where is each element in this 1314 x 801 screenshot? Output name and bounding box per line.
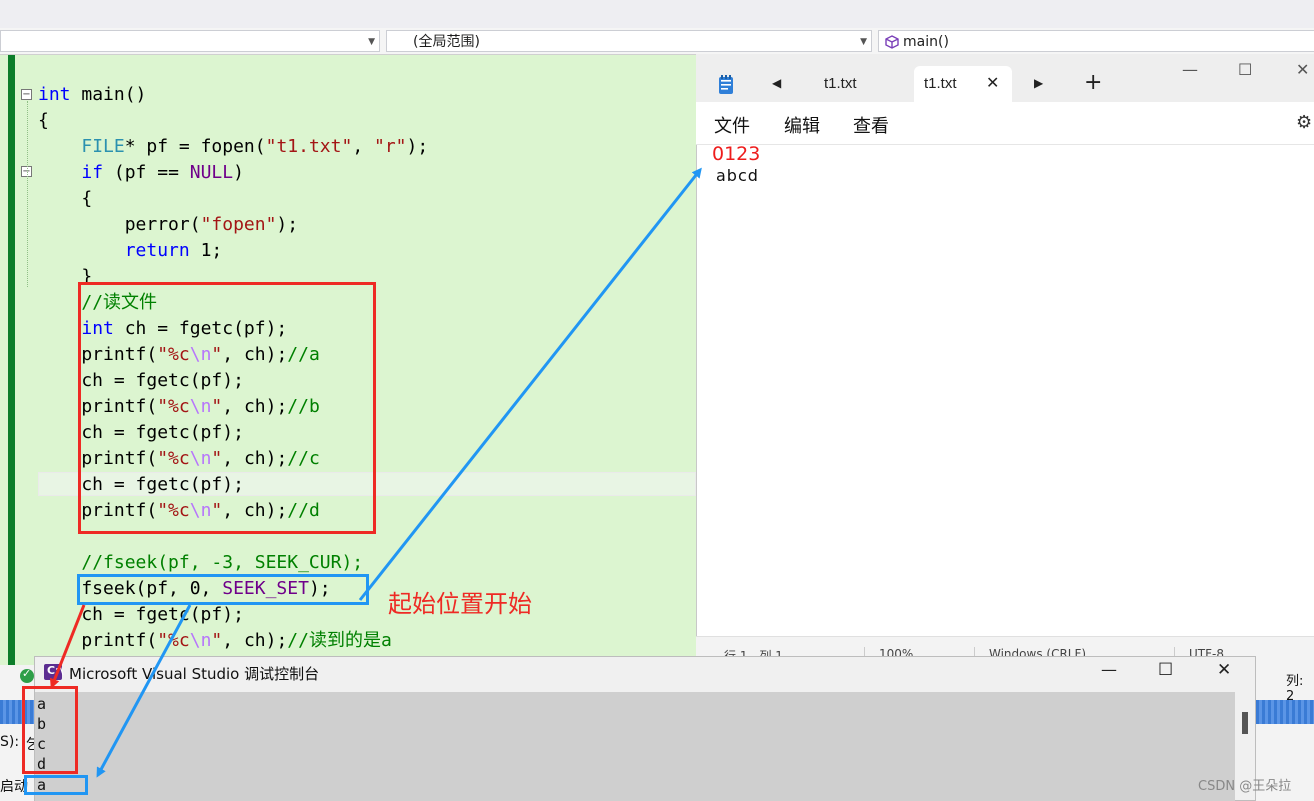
red-arrow-to-console — [49, 604, 86, 689]
annotation-arrows — [49, 167, 702, 778]
watermark: CSDN @王朵拉 — [1198, 779, 1292, 794]
blue-arrow-to-console — [96, 604, 192, 778]
blue-arrow-to-notepad — [358, 167, 702, 601]
